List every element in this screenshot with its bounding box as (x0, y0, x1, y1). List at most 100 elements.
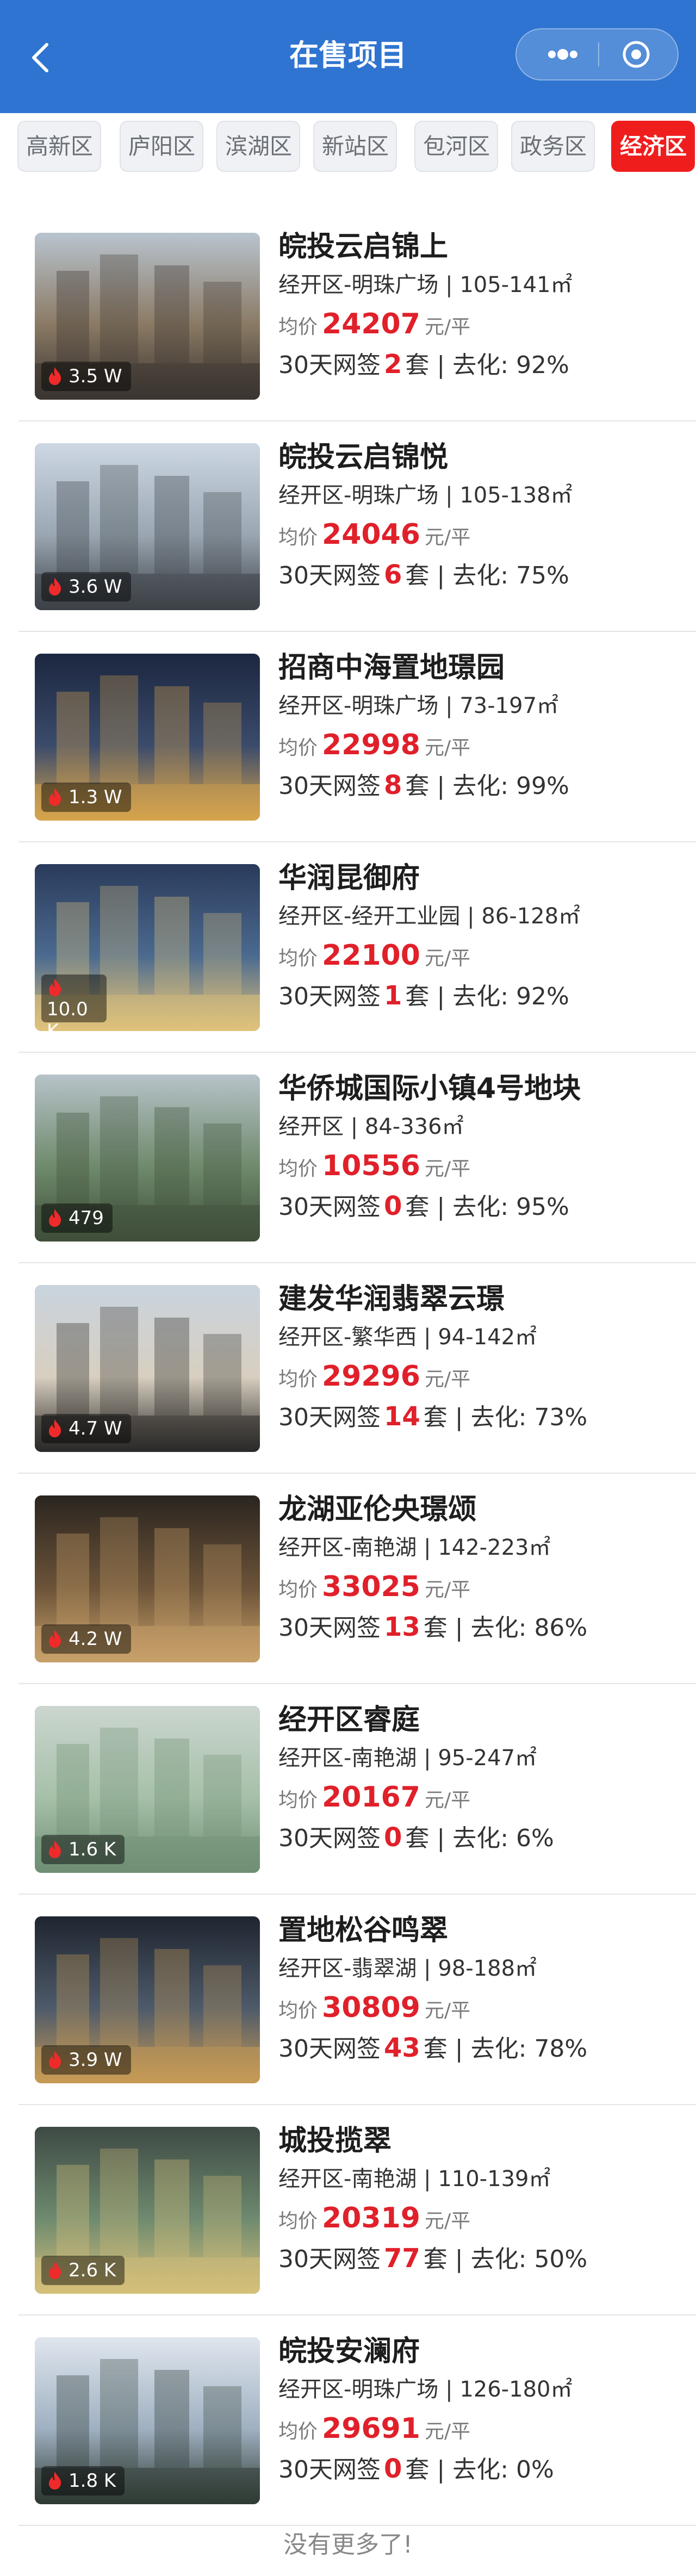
project-thumbnail[interactable]: 1.6 K (35, 1706, 260, 1873)
project-name[interactable]: 龙湖亚伦央璟颂 (278, 1489, 476, 1530)
project-name[interactable]: 城投揽翠 (278, 2120, 391, 2162)
view-count: 1.6 K (69, 1839, 116, 1860)
project-thumbnail[interactable]: 1.3 W (35, 654, 260, 821)
project-name[interactable]: 经开区睿庭 (278, 1699, 420, 1741)
tab-district-active[interactable]: 经济区 (611, 121, 695, 172)
project-location: 经开区-南艳湖 | 142-223㎡ (278, 1535, 551, 1560)
project-name[interactable]: 置地松谷鸣翠 (278, 1910, 448, 1951)
price-row: 均价 29296 元/平 (278, 1357, 470, 1402)
project-list-item[interactable]: 2.6 K 城投揽翠 经开区-南艳湖 | 110-139㎡ 均价 20319 元/平… (0, 2105, 696, 2316)
price-unit: 元/平 (424, 737, 471, 759)
view-count-badge: 3.9 W (41, 2045, 131, 2075)
sales-count: 77 (384, 2243, 420, 2274)
price-unit: 元/平 (424, 1789, 471, 1811)
price-row: 均价 22998 元/平 (278, 725, 470, 771)
project-thumbnail[interactable]: 4.7 W (35, 1285, 260, 1452)
project-thumbnail[interactable]: 3.9 W (35, 1916, 260, 2083)
sell-through-rate: 6% (516, 1824, 554, 1852)
sales-count: 0 (384, 1191, 402, 1221)
sales-count: 8 (384, 770, 402, 800)
project-thumbnail[interactable]: 3.6 W (35, 443, 260, 610)
project-location: 经开区-明珠广场 | 105-141㎡ (278, 272, 573, 297)
tab-district[interactable]: 庐阳区 (120, 121, 203, 172)
price-label: 均价 (278, 947, 318, 970)
project-thumbnail[interactable]: 10.0 K (35, 864, 260, 1031)
rate-prefix: | 去化: (437, 983, 509, 1010)
project-name[interactable]: 皖投安澜府 (278, 2331, 420, 2372)
view-count-badge: 3.6 W (41, 572, 131, 601)
project-name[interactable]: 招商中海置地璟园 (278, 647, 505, 688)
fire-icon (49, 2471, 61, 2490)
project-name[interactable]: 皖投云启锦上 (278, 226, 448, 268)
price-label: 均价 (278, 526, 318, 549)
project-list-item[interactable]: 4.2 W 龙湖亚伦央璟颂 经开区-南艳湖 | 142-223㎡ 均价 33025… (0, 1474, 696, 1684)
project-list-item[interactable]: 1.3 W 招商中海置地璟园 经开区-明珠广场 | 73-197㎡ 均价 2299… (0, 632, 696, 842)
sales-count: 2 (384, 349, 402, 380)
project-list-item[interactable]: 4.7 W 建发华润翡翠云璟 经开区-繁华西 | 94-142㎡ 均价 29296… (0, 1263, 696, 1474)
project-list-item[interactable]: 10.0 K 华润昆御府 经开区-经开工业园 | 86-128㎡ 均价 22100… (0, 842, 696, 1053)
average-price: 24046 (322, 518, 420, 551)
tab-district[interactable]: 高新区 (17, 121, 101, 172)
average-price: 22998 (322, 729, 420, 761)
more-dots-icon (548, 49, 577, 60)
fire-icon (49, 787, 61, 806)
close-mini-program-button[interactable] (614, 33, 658, 76)
average-price: 10556 (322, 1150, 420, 1182)
project-list-item[interactable]: 1.8 K 皖投安澜府 经开区-明珠广场 | 126-180㎡ 均价 29691 元… (0, 2316, 696, 2526)
tab-district[interactable]: 滨湖区 (216, 121, 300, 172)
project-list-item[interactable]: 1.6 K 经开区睿庭 经开区-南艳湖 | 95-247㎡ 均价 20167 元/平… (0, 1684, 696, 1895)
sales-prefix: 30天网签 (278, 1614, 381, 1642)
view-count-badge: 1.6 K (41, 1835, 125, 1864)
sales-stats: 30天网签 43 套 | 去化: 78% (278, 2031, 587, 2066)
sell-through-rate: 78% (534, 2035, 588, 2063)
project-location: 经开区-南艳湖 | 95-247㎡ (278, 1746, 537, 1771)
price-row: 均价 20319 元/平 (278, 2199, 470, 2244)
project-list-item[interactable]: 3.9 W 置地松谷鸣翠 经开区-翡翠湖 | 98-188㎡ 均价 30809 元/… (0, 1895, 696, 2105)
sales-prefix: 30天网签 (278, 2456, 381, 2484)
sales-prefix: 30天网签 (278, 772, 381, 800)
sales-unit: 套 (423, 2035, 448, 2063)
view-count-badge: 1.8 K (41, 2466, 125, 2496)
tab-district[interactable]: 政务区 (511, 121, 595, 172)
average-price: 22100 (322, 939, 420, 972)
divider (18, 2525, 696, 2526)
project-name[interactable]: 皖投云启锦悦 (278, 437, 448, 478)
sales-count: 0 (384, 2454, 402, 2484)
project-list-item[interactable]: 3.5 W 皖投云启锦上 经开区-明珠广场 | 105-141㎡ 均价 24207… (0, 211, 696, 421)
sell-through-rate: 75% (516, 562, 569, 589)
sales-prefix: 30天网签 (278, 1824, 381, 1852)
price-row: 均价 24207 元/平 (278, 305, 470, 350)
sell-through-rate: 92% (516, 983, 569, 1010)
project-thumbnail[interactable]: 1.8 K (35, 2337, 260, 2504)
sales-unit: 套 (423, 1404, 448, 1431)
project-thumbnail[interactable]: 2.6 K (35, 2127, 260, 2294)
price-unit: 元/平 (424, 1368, 471, 1391)
price-row: 均价 24046 元/平 (278, 515, 470, 561)
sales-stats: 30天网签 14 套 | 去化: 73% (278, 1399, 587, 1435)
district-tab-bar: 高新区 庐阳区 滨湖区 新站区 包河区 政务区 经济区 (0, 113, 696, 189)
project-thumbnail[interactable]: 4.2 W (35, 1495, 260, 1662)
rate-prefix: | 去化: (437, 2456, 509, 2484)
project-name[interactable]: 华润昆御府 (278, 858, 420, 899)
sales-count: 14 (384, 1401, 420, 1432)
more-options-button[interactable] (538, 29, 587, 79)
project-thumbnail[interactable]: 3.5 W (35, 233, 260, 400)
project-thumbnail[interactable]: 479 (35, 1075, 260, 1242)
project-name[interactable]: 建发华润翡翠云璟 (278, 1278, 505, 1320)
sales-stats: 30天网签 0 套 | 去化: 0% (278, 2451, 554, 2487)
view-count: 4.7 W (69, 1418, 122, 1439)
top-nav-bar: 在售项目 (0, 0, 696, 113)
sales-prefix: 30天网签 (278, 2245, 381, 2273)
sales-count: 13 (384, 1612, 420, 1642)
project-name[interactable]: 华侨城国际小镇4号地块 (278, 1068, 581, 1109)
sales-stats: 30天网签 77 套 | 去化: 50% (278, 2241, 587, 2277)
price-unit: 元/平 (424, 2000, 471, 2022)
tab-district[interactable]: 包河区 (414, 121, 498, 172)
tab-district[interactable]: 新站区 (313, 121, 397, 172)
project-list-item[interactable]: 3.6 W 皖投云启锦悦 经开区-明珠广场 | 105-138㎡ 均价 24046… (0, 421, 696, 632)
price-unit: 元/平 (424, 1158, 471, 1180)
view-count-badge: 4.2 W (41, 1624, 131, 1654)
project-list-item[interactable]: 479 华侨城国际小镇4号地块 经开区 | 84-336㎡ 均价 10556 元/平… (0, 1053, 696, 1263)
price-row: 均价 33025 元/平 (278, 1567, 470, 1613)
project-location: 经开区-明珠广场 | 73-197㎡ (278, 693, 559, 718)
